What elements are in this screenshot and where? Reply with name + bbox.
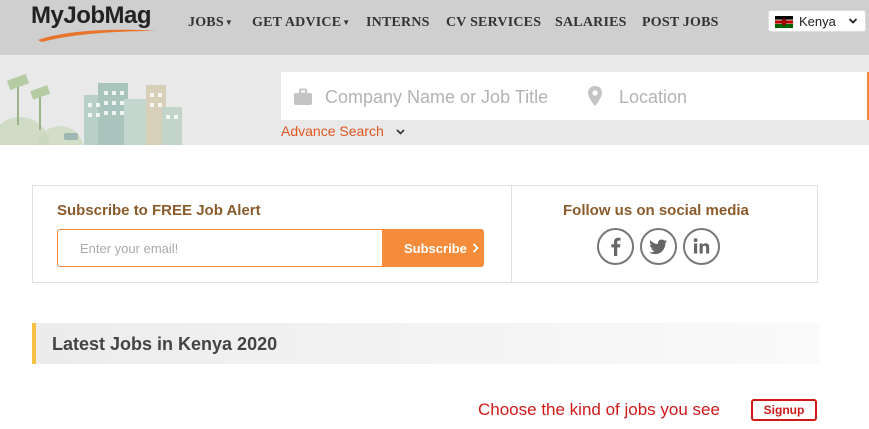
twitter-link[interactable] [640, 228, 677, 265]
chevron-down-icon [848, 18, 858, 24]
subscribe-title: Subscribe to FREE Job Alert [57, 202, 261, 219]
kenya-flag-icon [775, 16, 793, 28]
card-divider [511, 185, 512, 283]
site-logo[interactable]: MyJobMag [31, 2, 152, 30]
nav-get-advice[interactable]: GET ADVICE▼ [252, 15, 350, 31]
chevron-down-icon[interactable] [396, 128, 405, 136]
signup-prompt-text: Choose the kind of jobs you see [478, 400, 720, 419]
nav-salaries[interactable]: SALARIES [555, 15, 627, 31]
social-title: Follow us on social media [563, 202, 749, 219]
caret-down-icon: ▼ [342, 18, 351, 27]
latest-jobs-title: Latest Jobs in Kenya 2020 [52, 334, 278, 354]
map-pin-icon [588, 86, 602, 106]
facebook-link[interactable] [597, 228, 634, 265]
linkedin-link[interactable] [683, 228, 720, 265]
subscribe-button-label: Subscribe [404, 241, 467, 256]
city-skyline-illustration [0, 73, 182, 145]
email-input[interactable] [57, 229, 383, 267]
nav-interns[interactable]: INTERNS [366, 15, 430, 31]
briefcase-icon [294, 88, 312, 105]
linkedin-icon [693, 238, 710, 254]
nav-cv-services[interactable]: CV SERVICES [446, 15, 541, 31]
country-select[interactable]: Kenya [768, 10, 866, 32]
job-title-input[interactable]: Company Name or Job Title [325, 87, 548, 108]
location-input[interactable]: Location [619, 87, 687, 108]
advance-search-link[interactable]: Advance Search [281, 123, 384, 139]
facebook-icon [611, 237, 621, 256]
nav-jobs-label: JOBS [188, 15, 224, 30]
nav-get-advice-label: GET ADVICE [252, 15, 342, 30]
twitter-icon [649, 239, 667, 255]
nav-jobs[interactable]: JOBS▼ [188, 15, 233, 31]
signup-button[interactable]: Signup [751, 399, 817, 421]
caret-down-icon: ▼ [224, 18, 233, 27]
nav-post-jobs[interactable]: POST JOBS [642, 15, 719, 31]
subscribe-button[interactable]: Subscribe [382, 229, 484, 267]
country-label: Kenya [799, 14, 836, 29]
job-search-bar: Company Name or Job Title Location [281, 72, 869, 120]
logo-swoosh-icon [38, 29, 156, 42]
chevron-right-icon [472, 243, 479, 253]
